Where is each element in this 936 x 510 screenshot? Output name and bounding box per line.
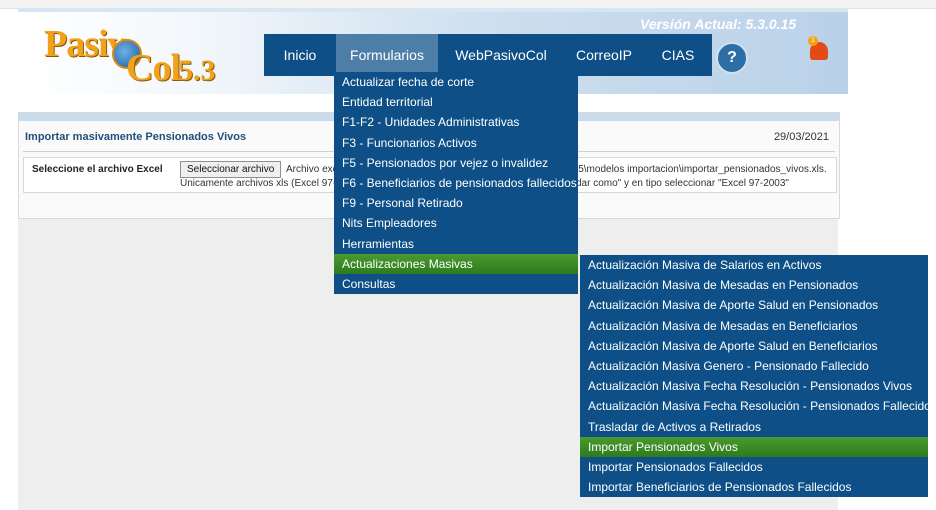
submenu-item-mesadas-pensionados[interactable]: Actualización Masiva de Mesadas en Pensi… — [580, 275, 928, 295]
version-label: Versión Actual: 5.3.0.15 — [640, 16, 797, 32]
formularios-dropdown: Actualizar fecha de corte Entidad territ… — [334, 72, 578, 295]
page-title: Importar masivamente Pensionados Vivos — [25, 131, 247, 143]
menu-item-actualizar-fecha-corte[interactable]: Actualizar fecha de corte — [334, 72, 578, 92]
menu-item-f3[interactable]: F3 - Funcionarios Activos — [334, 133, 578, 153]
file-hint-line2-end: dar como" y en tipo seleccionar "Excel 9… — [576, 178, 789, 189]
submenu-item-importar-vivos[interactable]: Importar Pensionados Vivos — [580, 436, 928, 457]
actualizaciones-submenu: Actualización Masiva de Salarios en Acti… — [580, 255, 936, 498]
submenu-item-fecha-resolucion-fallecidos[interactable]: Actualización Masiva Fecha Resolución - … — [580, 396, 936, 416]
submenu-item-importar-fallecidos[interactable]: Importar Pensionados Fallecidos — [580, 457, 928, 477]
menu-item-herramientas[interactable]: Herramientas — [334, 234, 578, 254]
file-hint-line2-start: Únicamente archivos xls (Excel 97-2 — [180, 178, 340, 189]
menu-item-f1-f2[interactable]: F1-F2 - Unidades Administrativas — [334, 112, 578, 132]
nav-formularios[interactable]: Formularios — [336, 34, 438, 76]
help-icon[interactable]: ? — [716, 42, 748, 74]
notification-badge: 1 — [808, 36, 818, 46]
submenu-item-genero-fallecido[interactable]: Actualización Masiva Genero - Pensionado… — [580, 356, 928, 376]
select-file-button[interactable]: Seleccionar archivo — [180, 161, 282, 178]
submenu-item-mesadas-beneficiarios[interactable]: Actualización Masiva de Mesadas en Benef… — [580, 316, 928, 336]
menu-item-entidad-territorial[interactable]: Entidad territorial — [334, 92, 578, 112]
notification-bell-icon[interactable]: 1 — [808, 36, 830, 64]
logo-text-col: Col — [126, 47, 181, 89]
menu-item-f9[interactable]: F9 - Personal Retirado — [334, 193, 578, 213]
submenu-item-importar-beneficiarios[interactable]: Importar Beneficiarios de Pensionados Fa… — [580, 477, 928, 497]
pasivocol-logo[interactable]: Pasiv Col 5.3 — [18, 14, 248, 94]
nav-webpasivocol[interactable]: WebPasivoCol — [438, 34, 564, 76]
main-nav: Inicio Formularios WebPasivoCol CorreoIP… — [264, 34, 712, 76]
menu-item-consultas[interactable]: Consultas — [334, 274, 578, 294]
nav-inicio[interactable]: Inicio — [264, 34, 336, 76]
submenu-item-aporte-salud-pensionados[interactable]: Actualización Masiva de Aporte Salud en … — [580, 295, 928, 315]
logo-version: 5.3 — [178, 54, 216, 87]
menu-item-actualizaciones-masivas[interactable]: Actualizaciones Masivas — [334, 253, 578, 274]
nav-correoip[interactable]: CorreoIP — [564, 34, 644, 76]
nav-cias[interactable]: CIAS — [644, 34, 712, 76]
submenu-item-salarios-activos[interactable]: Actualización Masiva de Salarios en Acti… — [580, 255, 928, 275]
submenu-item-aporte-salud-beneficiarios[interactable]: Actualización Masiva de Aporte Salud en … — [580, 336, 928, 356]
file-label: Seleccione el archivo Excel — [32, 164, 163, 175]
menu-item-f6[interactable]: F6 - Beneficiarios de pensionados fallec… — [334, 173, 578, 193]
page-date: 29/03/2021 — [773, 131, 829, 143]
menu-item-nits-empleadores[interactable]: Nits Empleadores — [334, 213, 578, 233]
menu-item-f5[interactable]: F5 - Pensionados por vejez o invalidez — [334, 153, 578, 173]
submenu-item-trasladar-activos[interactable]: Trasladar de Activos a Retirados — [580, 417, 928, 437]
file-hint-line1-end: l5\modelos importacion\importar_pensiona… — [576, 164, 827, 175]
submenu-item-fecha-resolucion-vivos[interactable]: Actualización Masiva Fecha Resolución - … — [580, 376, 928, 396]
